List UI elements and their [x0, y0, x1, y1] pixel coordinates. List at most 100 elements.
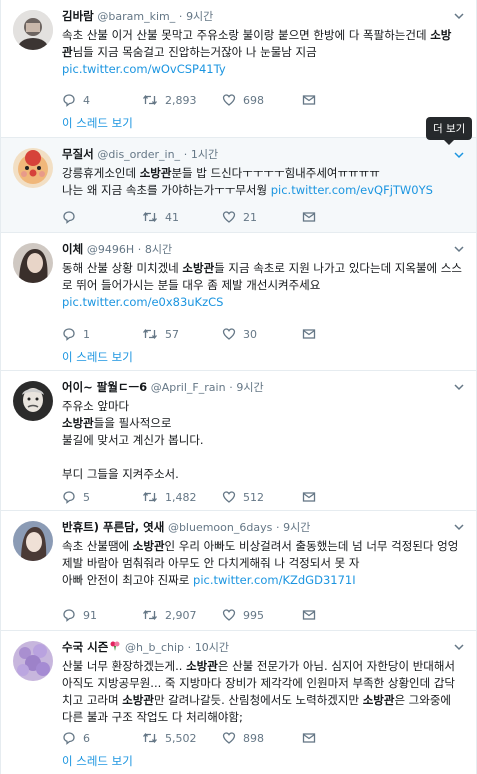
direct-message-button[interactable] [302, 93, 382, 107]
timestamp[interactable]: 9시간 [283, 521, 310, 534]
retweet-button[interactable]: 2,907 [142, 608, 222, 622]
avatar[interactable] [13, 10, 53, 50]
tweet-text-segment: 속초 산불땜에 [62, 539, 133, 553]
chevron-down-icon[interactable] [452, 148, 466, 162]
chevron-down-icon[interactable] [452, 242, 466, 256]
user-handle[interactable]: @9496H [87, 243, 134, 256]
user-handle[interactable]: @bluemoon_6days [168, 521, 272, 534]
display-name[interactable]: 수국 시즌 [62, 640, 108, 654]
tweet-actions: 1 57 30 [62, 326, 382, 342]
like-count: 898 [243, 731, 264, 745]
direct-message-button[interactable] [302, 608, 382, 622]
reply-button[interactable] [62, 210, 142, 224]
direct-message-button[interactable] [302, 490, 382, 504]
show-thread-link[interactable]: 이 스레드 보기 [62, 753, 133, 769]
like-button[interactable]: 512 [222, 490, 302, 504]
envelope-icon [302, 610, 316, 620]
reply-button[interactable]: 91 [62, 608, 142, 622]
reply-icon [63, 94, 75, 107]
tweet[interactable]: 반휴트) 푸른담, 엿새 @bluemoon_6days · 9시간 속초 산불… [1, 511, 476, 631]
tweet[interactable]: 이체 @9496H · 8시간 동해 산불 상황 미치겠네 소방관들 지금 속초… [1, 233, 476, 371]
avatar[interactable] [13, 381, 53, 421]
like-button[interactable]: 995 [222, 608, 302, 622]
user-handle[interactable]: @baram_kim_ [97, 10, 175, 23]
timestamp[interactable]: 10시간 [195, 641, 229, 654]
user-handle[interactable]: @dis_order_in_ [97, 148, 180, 161]
like-button[interactable]: 30 [222, 327, 302, 341]
tweet-actions: 6 5,502 898 [62, 730, 382, 746]
timestamp[interactable]: 8시간 [145, 243, 172, 256]
timestamp[interactable]: 9시간 [236, 381, 263, 394]
reply-button[interactable]: 4 [62, 93, 142, 107]
display-name[interactable]: 이체 [62, 242, 83, 256]
media-link[interactable]: pic.twitter.com/wOvCSP41Ty [62, 62, 226, 76]
media-link[interactable]: pic.twitter.com/e0x83uKzCS [62, 295, 223, 309]
like-button[interactable]: 898 [222, 731, 302, 745]
chevron-down-icon[interactable] [452, 380, 466, 394]
heart-icon [222, 94, 236, 106]
media-link[interactable]: pic.twitter.com/KZdGD3171I [193, 573, 356, 587]
direct-message-button[interactable] [302, 327, 382, 341]
tweet-text-segment: 동해 산불 상황 미치겠네 [62, 261, 183, 275]
media-link[interactable]: pic.twitter.com/evQFjTW0YS [271, 183, 433, 197]
reply-button[interactable]: 6 [62, 731, 142, 745]
tweet[interactable]: 어이~ 팔월ㄷㅡ6 @April_F_rain · 9시간 주유소 앞마다 소방관… [1, 371, 476, 511]
avatar[interactable] [13, 521, 53, 561]
retweet-button[interactable]: 57 [142, 327, 222, 341]
like-button[interactable]: 698 [222, 93, 302, 107]
retweet-button[interactable]: 2,893 [142, 93, 222, 107]
reply-button[interactable]: 1 [62, 327, 142, 341]
chevron-down-icon[interactable] [452, 520, 466, 534]
retweet-button[interactable]: 41 [142, 210, 222, 224]
highlight-keyword: 소방관 [362, 693, 395, 707]
reply-button[interactable]: 5 [62, 490, 142, 504]
heart-icon [222, 211, 236, 223]
tweet-actions: 4 2,893 698 [62, 92, 382, 108]
display-name[interactable]: 김바람 [62, 9, 94, 23]
highlight-keyword: 소방관 [182, 261, 215, 275]
tweet-actions: 91 2,907 995 [62, 607, 382, 623]
tweet[interactable]: 김바람 @baram_kim_ · 9시간 속초 산불 이거 산불 못막고 주유… [1, 0, 476, 138]
tweet[interactable]: 무질서 @dis_order_in_ · 1시간 강릉휴게소인데 소방관분들 밥… [1, 138, 476, 233]
reply-count: 6 [83, 731, 90, 745]
avatar[interactable] [13, 243, 53, 283]
tweet-content: 이체 @9496H · 8시간 동해 산불 상황 미치겠네 소방관들 지금 속초… [62, 241, 464, 311]
direct-message-button[interactable] [302, 210, 382, 224]
highlight-keyword: 소방관 [122, 693, 154, 707]
chevron-down-icon[interactable] [452, 9, 466, 23]
tweet-content: 무질서 @dis_order_in_ · 1시간 강릉휴게소인데 소방관분들 밥… [62, 146, 464, 199]
display-name[interactable]: 무질서 [62, 147, 94, 161]
display-name[interactable]: 어이~ 팔월ㄷㅡ6 [62, 380, 147, 394]
retweet-button[interactable]: 5,502 [142, 731, 222, 745]
retweet-count: 41 [165, 210, 179, 224]
tweet-content: 김바람 @baram_kim_ · 9시간 속초 산불 이거 산불 못막고 주유… [62, 8, 464, 78]
direct-message-button[interactable] [302, 731, 382, 745]
reply-icon [63, 732, 75, 745]
like-count: 698 [243, 93, 264, 107]
chevron-down-icon[interactable] [452, 640, 466, 654]
envelope-icon [302, 329, 316, 339]
highlight-keyword: 소방관 [186, 659, 218, 673]
user-handle[interactable]: @h_b_chip [125, 641, 184, 654]
tweet[interactable]: 수국 시즌 @h_b_chip · 10시간 산불 너무 환장하겠는게.. 소방… [1, 631, 476, 774]
timeline-feed: 김바람 @baram_kim_ · 9시간 속초 산불 이거 산불 못막고 주유… [0, 0, 477, 774]
separator: · [178, 10, 183, 23]
timestamp[interactable]: 1시간 [191, 148, 218, 161]
timestamp[interactable]: 9시간 [186, 10, 213, 23]
show-thread-link[interactable]: 이 스레드 보기 [62, 349, 133, 365]
tweet-content: 수국 시즌 @h_b_chip · 10시간 산불 너무 환장하겠는게.. 소방… [62, 639, 464, 726]
avatar[interactable] [13, 148, 53, 188]
tweet-actions: 41 21 [62, 209, 382, 225]
tweet-text-segment: 속초 산불 이거 산불 못막고 주유소랑 불이랑 붙으면 한방에 다 폭팔하는건… [62, 28, 431, 42]
avatar[interactable] [13, 641, 53, 681]
reply-count: 4 [83, 93, 90, 107]
like-button[interactable]: 21 [222, 210, 302, 224]
reply-icon [63, 211, 75, 224]
user-handle[interactable]: @April_F_rain [151, 381, 226, 394]
tweet-text: 주유소 앞마다 소방관들을 필사적으로 불길에 맞서고 계신가 봅니다. 부디 그들을… [62, 398, 464, 483]
show-thread-link[interactable]: 이 스레드 보기 [62, 115, 133, 131]
retweet-button[interactable]: 1,482 [142, 490, 222, 504]
display-name[interactable]: 반휴트) 푸른담, 엿새 [62, 520, 164, 534]
tweet-content: 어이~ 팔월ㄷㅡ6 @April_F_rain · 9시간 주유소 앞마다 소방관… [62, 379, 464, 483]
tweet-text-segment: 부디 그들을 지켜주소서. [62, 467, 179, 481]
